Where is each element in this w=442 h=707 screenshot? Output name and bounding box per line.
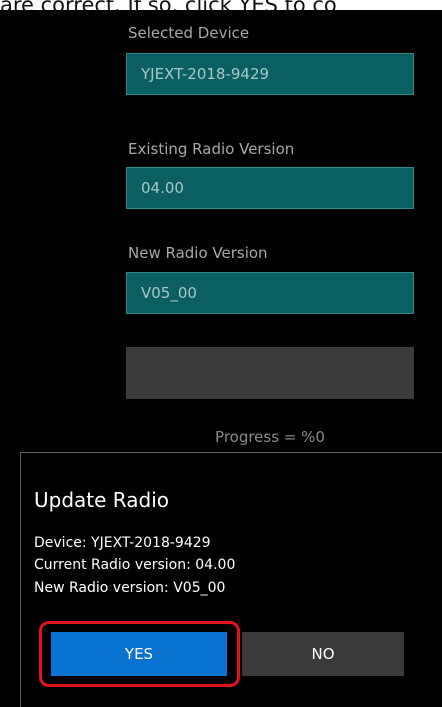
progress-bar xyxy=(126,347,414,399)
yes-button-highlight xyxy=(39,621,240,687)
screenshot-page: are correct. If so, click YES to co Sele… xyxy=(0,0,442,707)
dialog-current-version-line: Current Radio version: 04.00 xyxy=(34,557,236,573)
progress-label: Progress = %0 xyxy=(215,428,325,446)
no-button[interactable]: NO xyxy=(242,632,404,676)
new-radio-version-field[interactable]: V05_00 xyxy=(126,272,414,314)
existing-radio-version-label: Existing Radio Version xyxy=(128,140,295,158)
new-radio-version-label: New Radio Version xyxy=(128,244,268,262)
dialog-device-line: Device: YJEXT-2018-9429 xyxy=(34,535,211,551)
existing-radio-version-field[interactable]: 04.00 xyxy=(126,167,414,209)
selected-device-field[interactable]: YJEXT-2018-9429 xyxy=(126,53,414,95)
dialog-new-version-line: New Radio version: V05_00 xyxy=(34,580,226,596)
selected-device-label: Selected Device xyxy=(128,24,250,42)
dialog-title: Update Radio xyxy=(34,488,169,512)
